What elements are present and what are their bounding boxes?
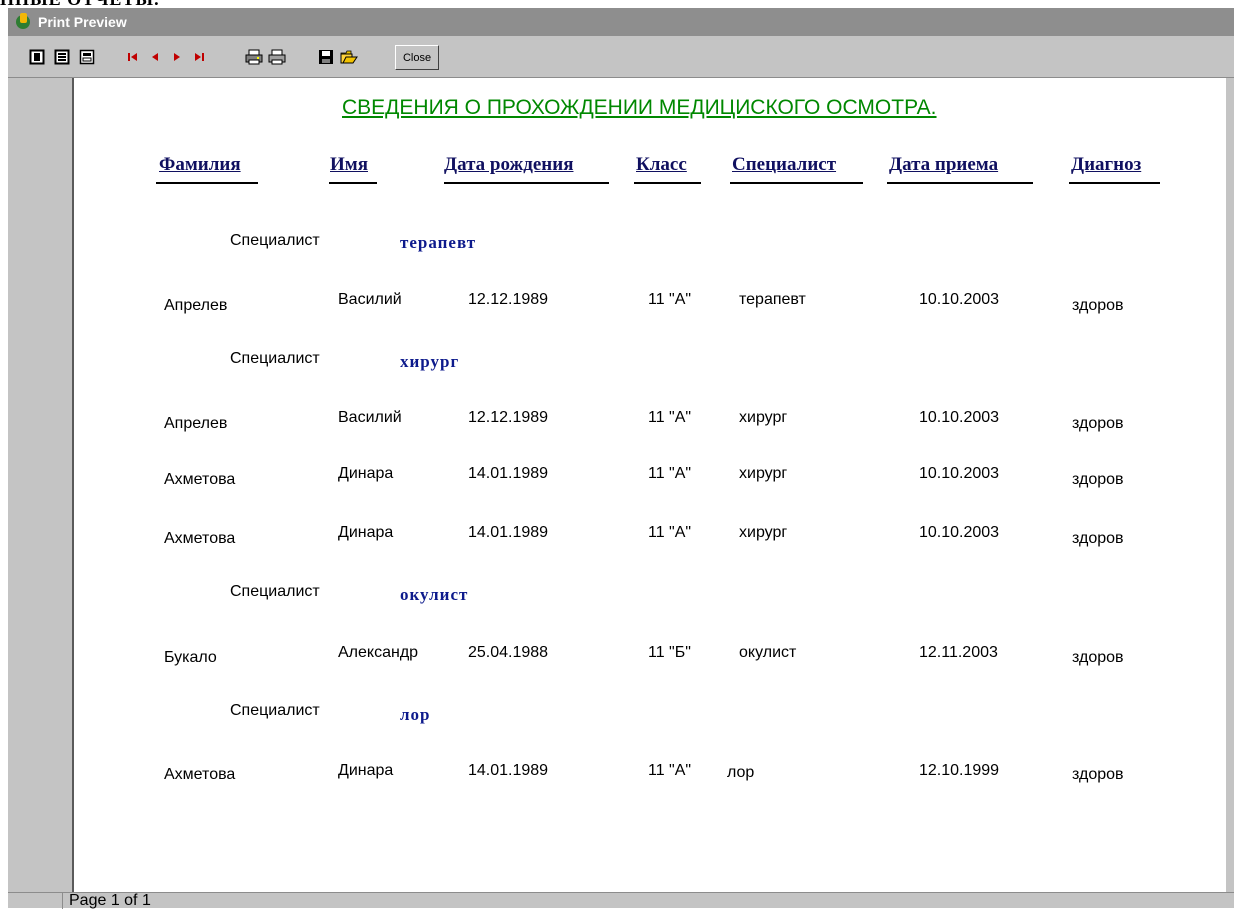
prev-page-icon[interactable]	[146, 48, 164, 66]
group-specialist-name: хирург	[400, 352, 460, 371]
header-underline	[444, 182, 609, 184]
cell-firstname: Динара	[338, 762, 394, 779]
print-icon[interactable]	[268, 48, 286, 66]
col-header-diagnosis: Диагноз	[1071, 154, 1142, 175]
group-specialist-name: лор	[400, 705, 431, 724]
status-bar: Page 1 of 1	[8, 892, 1234, 909]
cell-lastname: Ахметова	[164, 766, 236, 783]
last-page-icon[interactable]	[190, 48, 208, 66]
cell-specialist: окулист	[739, 644, 797, 661]
cell-firstname: Василий	[338, 291, 402, 308]
cell-visit-date: 10.10.2003	[919, 465, 1000, 482]
cell-class: 11 "А"	[648, 465, 692, 482]
col-header-birthdate: Дата рождения	[444, 154, 574, 175]
header-underline	[1069, 182, 1160, 184]
page-view-icon[interactable]	[28, 48, 46, 66]
right-edge	[1226, 78, 1234, 892]
group-label: Специалист	[230, 702, 320, 719]
col-header-class: Класс	[636, 154, 687, 175]
cropped-caption: ННЫЕ ОТЧЕТЫ.	[0, 0, 1234, 8]
cell-specialist: лор	[727, 764, 755, 781]
cell-class: 11 "А"	[648, 762, 692, 779]
cell-firstname: Динара	[338, 465, 394, 482]
cell-birthdate: 25.04.1988	[468, 644, 549, 661]
cell-diagnosis: здоров	[1072, 766, 1124, 783]
first-page-icon[interactable]	[124, 48, 142, 66]
cell-diagnosis: здоров	[1072, 297, 1124, 314]
cell-firstname: Динара	[338, 524, 394, 541]
col-header-specialist: Специалист	[732, 154, 837, 175]
window-title: Print Preview	[38, 14, 127, 30]
title-bar: Print Preview	[8, 8, 1234, 36]
next-page-icon[interactable]	[168, 48, 186, 66]
cell-lastname: Букало	[164, 649, 217, 666]
left-margin-panel	[8, 78, 74, 892]
group-specialist-name: окулист	[400, 585, 469, 604]
print-setup-icon[interactable]	[245, 48, 263, 66]
save-icon[interactable]	[317, 48, 335, 66]
cell-class: 11 "А"	[648, 291, 692, 308]
report-page: СВЕДЕНИЯ О ПРОХОЖДЕНИИ МЕДИЦИСКОГО ОСМОТ…	[76, 78, 1226, 892]
cell-class: 11 "А"	[648, 524, 692, 541]
cell-specialist: хирург	[739, 409, 788, 426]
cell-class: 11 "Б"	[648, 644, 691, 661]
header-underline	[634, 182, 701, 184]
cell-birthdate: 12.12.1989	[468, 291, 549, 308]
cell-diagnosis: здоров	[1072, 415, 1124, 432]
group-specialist-name: терапевт	[400, 233, 477, 252]
toolbar: Close	[8, 36, 1234, 78]
cell-lastname: Апрелев	[164, 297, 228, 314]
cell-visit-date: 10.10.2003	[919, 409, 1000, 426]
cell-class: 11 "А"	[648, 409, 692, 426]
cell-visit-date: 12.11.2003	[919, 644, 998, 661]
close-button[interactable]: Close	[395, 45, 439, 70]
cell-firstname: Александр	[338, 644, 419, 661]
cell-diagnosis: здоров	[1072, 649, 1124, 666]
col-header-visit-date: Дата приема	[889, 154, 999, 175]
cell-visit-date: 12.10.1999	[919, 762, 1000, 779]
open-icon[interactable]	[340, 48, 358, 66]
cell-lastname: Ахметова	[164, 530, 236, 547]
cell-lastname: Ахметова	[164, 471, 236, 488]
cell-visit-date: 10.10.2003	[919, 524, 1000, 541]
col-header-lastname: Фамилия	[159, 154, 241, 175]
cell-birthdate: 14.01.1989	[468, 762, 549, 779]
cell-diagnosis: здоров	[1072, 471, 1124, 488]
cell-specialist: хирург	[739, 465, 788, 482]
cell-birthdate: 14.01.1989	[468, 465, 549, 482]
cell-lastname: Апрелев	[164, 415, 228, 432]
header-underline	[730, 182, 863, 184]
header-underline	[329, 182, 377, 184]
group-label: Специалист	[230, 350, 320, 367]
fit-page-icon[interactable]	[78, 48, 96, 66]
two-page-icon[interactable]	[53, 48, 71, 66]
group-label: Специалист	[230, 583, 320, 600]
header-underline	[156, 182, 258, 184]
cell-birthdate: 14.01.1989	[468, 524, 549, 541]
app-icon	[14, 13, 32, 31]
cell-specialist: хирург	[739, 524, 788, 541]
cell-diagnosis: здоров	[1072, 530, 1124, 547]
cell-visit-date: 10.10.2003	[919, 291, 1000, 308]
cell-birthdate: 12.12.1989	[468, 409, 549, 426]
cell-specialist: терапевт	[739, 291, 806, 308]
page-indicator: Page 1 of 1	[62, 893, 151, 909]
cell-firstname: Василий	[338, 409, 402, 426]
group-label: Специалист	[230, 232, 320, 249]
col-header-firstname: Имя	[330, 154, 368, 175]
report-title: СВЕДЕНИЯ О ПРОХОЖДЕНИИ МЕДИЦИСКОГО ОСМОТ…	[342, 96, 937, 119]
header-underline	[887, 182, 1033, 184]
